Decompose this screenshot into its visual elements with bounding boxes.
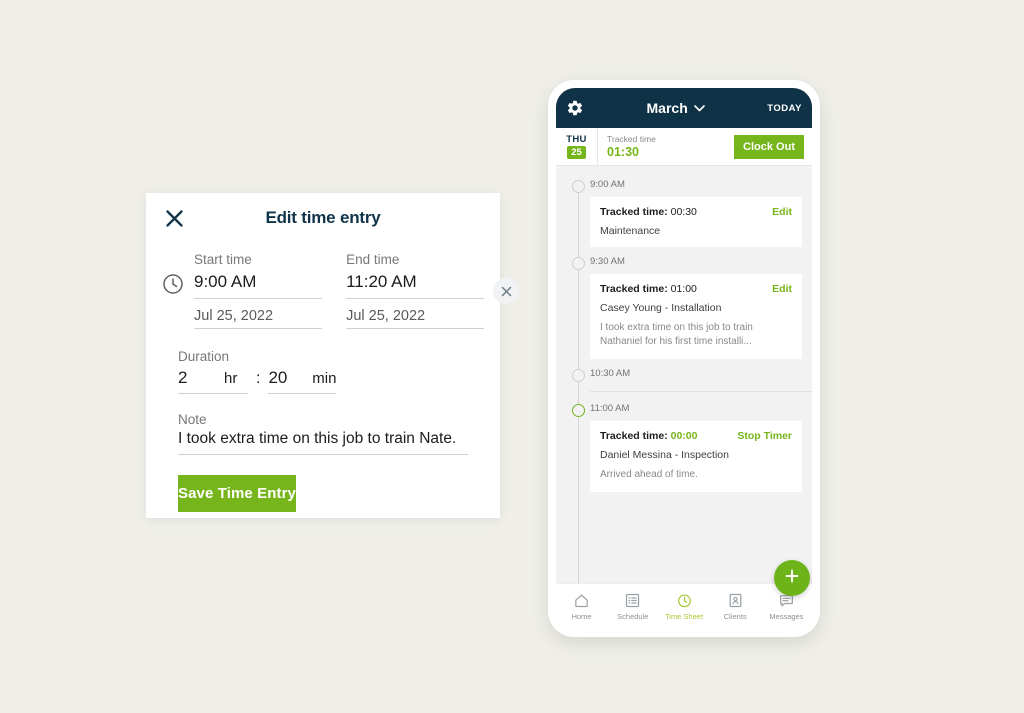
note-input[interactable]: I took extra time on this job to train N… [178, 430, 468, 455]
tab-time-sheet[interactable]: Time Sheet [658, 592, 709, 621]
page-canvas: Edit time entry Start time 9:00 AM Jul 2… [0, 0, 1024, 713]
note-label: Note [178, 412, 207, 427]
card-tracked-time: Tracked time: 00:00 [600, 430, 697, 442]
date-badge: THU 25 [556, 128, 598, 165]
slot-time-label: 10:30 AM [590, 368, 631, 379]
duration-hours-field[interactable]: 2 hr [178, 368, 248, 394]
timeline-dot [572, 369, 585, 382]
tracked-time-value: 01:30 [607, 145, 639, 159]
card-subject: Casey Young - Installation [600, 302, 722, 314]
tracking-subbar: THU 25 Tracked time 01:30 Clock Out [556, 128, 812, 166]
duration-minutes-unit: min [312, 370, 337, 387]
month-selector[interactable]: March [584, 99, 767, 117]
card-tracked-label: Tracked time: [600, 430, 668, 442]
duration-hours-unit: hr [224, 370, 238, 387]
timeline-slot: 9:00 AM Tracked time: 00:30 Edit Mainten… [556, 178, 812, 247]
tab-clients[interactable]: Clients [710, 592, 761, 621]
card-tracked-label: Tracked time: [600, 283, 668, 295]
tab-messages-label: Messages [769, 612, 804, 621]
gear-icon[interactable] [566, 99, 584, 117]
duration-minutes-value[interactable]: 20 [268, 368, 312, 388]
slot-time-label: 9:30 AM [590, 256, 625, 267]
clear-end-time-button[interactable] [493, 278, 519, 304]
tab-schedule[interactable]: Schedule [607, 592, 658, 621]
list-icon [624, 592, 641, 609]
edit-time-entry-modal: Edit time entry Start time 9:00 AM Jul 2… [146, 193, 519, 518]
month-label: March [646, 100, 688, 116]
card-tracked-value: 00:00 [670, 430, 698, 442]
chevron-down-icon [693, 99, 705, 117]
card-tracked-label: Tracked time: [600, 206, 668, 218]
timeline-slot-active: 11:00 AM Tracked time: 00:00 Stop Timer … [556, 402, 812, 492]
timeline-dot-active [572, 404, 585, 417]
edit-entry-button[interactable]: Edit [772, 283, 792, 295]
timeline-slot-empty: 10:30 AM [572, 367, 812, 392]
plus-icon [784, 568, 800, 589]
tracked-time-label: Tracked time [607, 134, 656, 144]
card-note: I took extra time on this job to train N… [600, 322, 753, 347]
timeline-dot [572, 257, 585, 270]
slot-time-label: 9:00 AM [590, 179, 625, 190]
tab-home-label: Home [571, 612, 592, 621]
duration-separator: : [256, 370, 261, 387]
end-time-label: End time [346, 252, 400, 267]
close-icon[interactable] [162, 206, 186, 230]
start-time-field[interactable]: Start time 9:00 AM Jul 25, 2022 [194, 251, 323, 329]
end-date-value[interactable]: Jul 25, 2022 [346, 299, 484, 329]
phone-screen: March TODAY THU 25 Tracked time 01:30 Cl… [556, 88, 812, 629]
home-icon [573, 592, 590, 609]
day-number-badge: 25 [567, 146, 586, 159]
card-subject: Daniel Messina - Inspection [600, 449, 729, 461]
card-tracked-value: 00:30 [670, 206, 697, 218]
app-header: March TODAY [556, 88, 812, 128]
slot-time-label: 11:00 AM [590, 403, 630, 414]
start-date-value[interactable]: Jul 25, 2022 [194, 299, 323, 329]
start-time-label: Start time [194, 252, 252, 267]
clock-icon [676, 592, 693, 609]
stop-timer-button[interactable]: Stop Timer [737, 430, 792, 442]
card-header: Tracked time: 01:00 Edit [600, 283, 792, 295]
timeline-slot: 9:30 AM Tracked time: 01:00 Edit Casey Y… [556, 255, 812, 359]
modal-header: Edit time entry [146, 193, 500, 243]
edit-entry-button[interactable]: Edit [772, 206, 792, 218]
tab-messages[interactable]: Messages [761, 592, 812, 621]
time-fields-row: Start time 9:00 AM Jul 25, 2022 End time… [162, 251, 519, 329]
duration-minutes-field[interactable]: 20 min [268, 368, 337, 394]
modal-body: Start time 9:00 AM Jul 25, 2022 End time… [146, 251, 519, 512]
tracked-time-summary: Tracked time 01:30 [598, 134, 734, 159]
bottom-tab-bar: Home Schedule Time Sheet Clients Message… [556, 560, 812, 629]
card-tracked-time: Tracked time: 00:30 [600, 206, 697, 218]
day-of-week-label: THU [566, 134, 587, 145]
card-tracked-value: 01:00 [670, 283, 697, 295]
phone-mockup: March TODAY THU 25 Tracked time 01:30 Cl… [548, 80, 820, 637]
contact-icon [727, 592, 744, 609]
save-time-entry-button[interactable]: Save Time Entry [178, 475, 296, 512]
duration-label: Duration [178, 349, 230, 364]
today-button[interactable]: TODAY [767, 103, 802, 114]
time-entry-card[interactable]: Tracked time: 01:00 Edit Casey Young - I… [590, 274, 802, 359]
clock-out-button[interactable]: Clock Out [734, 134, 804, 159]
duration-row: 2 hr : 20 min [178, 368, 484, 394]
tab-clients-label: Clients [723, 612, 747, 621]
end-time-value[interactable]: 11:20 AM [346, 270, 484, 299]
time-entry-card-active[interactable]: Tracked time: 00:00 Stop Timer Daniel Me… [590, 421, 802, 492]
card-subject: Maintenance [600, 225, 661, 237]
card-note: Arrived ahead of time. [600, 469, 698, 480]
tab-schedule-label: Schedule [617, 612, 649, 621]
duration-hours-value[interactable]: 2 [178, 368, 224, 388]
card-header: Tracked time: 00:30 Edit [600, 206, 792, 218]
timeline-dot [572, 180, 585, 193]
start-time-value[interactable]: 9:00 AM [194, 270, 323, 299]
time-entry-card[interactable]: Tracked time: 00:30 Edit Maintenance [590, 197, 802, 247]
add-entry-fab[interactable] [774, 560, 810, 596]
card-tracked-time: Tracked time: 01:00 [600, 283, 697, 295]
card-header: Tracked time: 00:00 Stop Timer [600, 430, 792, 442]
tab-time-sheet-label: Time Sheet [664, 612, 704, 621]
page-title: Edit time entry [265, 208, 381, 227]
clock-icon [162, 251, 194, 300]
tab-home[interactable]: Home [556, 592, 607, 621]
end-time-field[interactable]: End time 11:20 AM Jul 25, 2022 [346, 251, 519, 329]
timeline-list[interactable]: 9:00 AM Tracked time: 00:30 Edit Mainten… [556, 166, 812, 583]
